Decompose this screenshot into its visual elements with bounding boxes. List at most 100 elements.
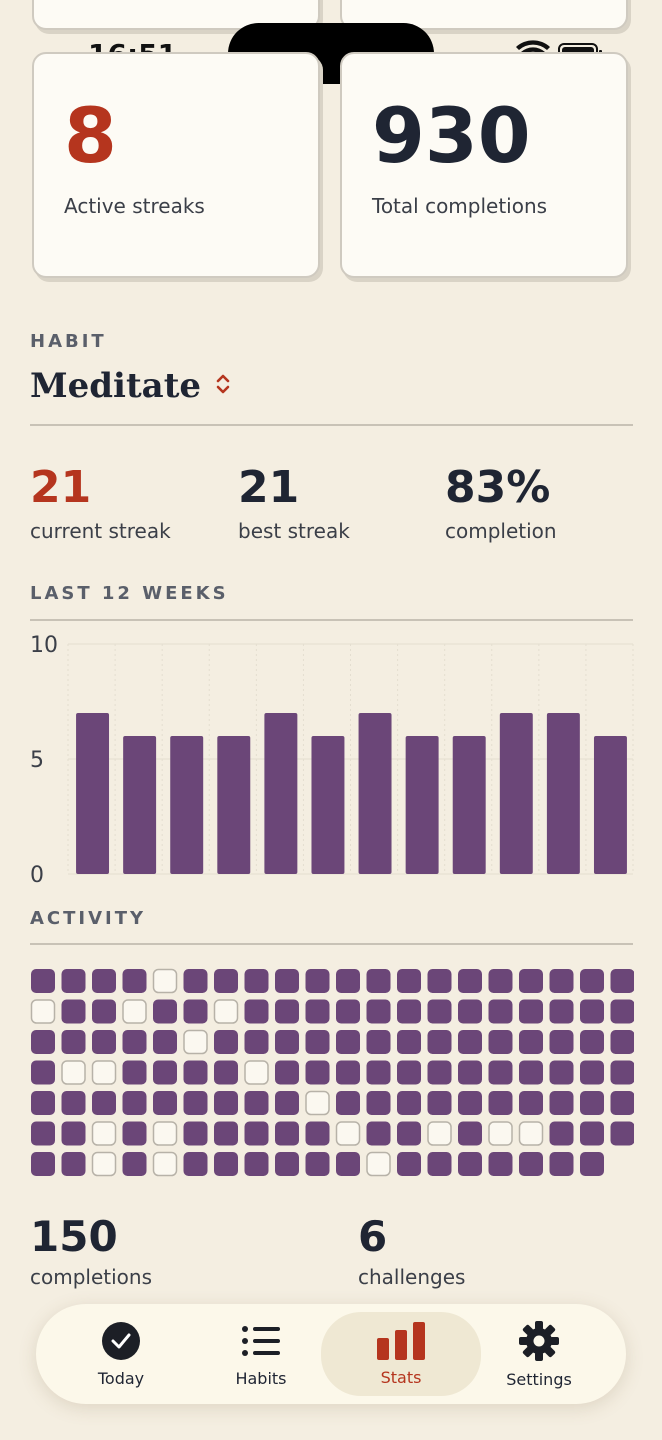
heatmap-cell-filled <box>305 1030 330 1054</box>
heatmap-cell-filled <box>92 1091 116 1115</box>
heatmap-cell-filled <box>397 999 421 1024</box>
heatmap-cell-filled <box>397 1030 421 1054</box>
active-streaks-value: 8 <box>64 91 117 180</box>
tab-today-label: Today <box>97 1368 145 1388</box>
weeks-divider <box>30 619 633 621</box>
heatmap-cell-filled <box>519 1060 543 1085</box>
heatmap-cell-filled <box>153 1030 177 1054</box>
completions-label: completions <box>30 1265 153 1289</box>
heatmap-cell-filled <box>610 999 634 1024</box>
tab-settings-label: Settings <box>506 1369 572 1389</box>
heatmap-cell-filled <box>549 1152 574 1176</box>
heatmap-cell-filled <box>458 1060 482 1085</box>
completions-value: 150 <box>30 1212 118 1261</box>
heatmap-cell-filled <box>336 1091 360 1115</box>
heatmap-cell-filled <box>244 1121 269 1146</box>
heatmap-cell-empty <box>91 1060 117 1085</box>
heatmap-cell-filled <box>366 1060 391 1085</box>
best-streak-label: best streak <box>238 519 350 543</box>
heatmap-cell-empty <box>427 1121 452 1146</box>
y-tick-label: 0 <box>30 863 44 888</box>
heatmap-cell-filled <box>305 1060 330 1085</box>
heatmap-cell-filled <box>519 999 543 1024</box>
heatmap-cell-filled <box>275 969 299 993</box>
metric-best-streak: 21 best streak <box>238 462 350 543</box>
tab-today[interactable]: Today <box>46 1304 196 1404</box>
tab-habits[interactable]: Habits <box>186 1304 336 1404</box>
heatmap-cell-filled <box>488 1030 513 1054</box>
heatmap-cell-filled <box>92 969 116 993</box>
heatmap-cell-filled <box>122 1091 147 1115</box>
heatmap-cell-filled <box>275 1030 299 1054</box>
heatmap-cell-filled <box>275 1060 299 1085</box>
habit-section-label: HABIT <box>30 331 107 352</box>
tab-habits-label: Habits <box>235 1368 287 1388</box>
heatmap-cell-empty <box>213 999 239 1024</box>
heatmap-cell-filled <box>305 999 330 1024</box>
heatmap-cell-filled <box>366 999 391 1024</box>
heatmap-cell-filled <box>336 1060 360 1085</box>
heatmap-cell-empty <box>488 1121 513 1146</box>
heatmap-cell-filled <box>275 1152 299 1176</box>
completions-stat: 150 completions <box>30 1212 152 1289</box>
habit-picker[interactable]: Meditate <box>30 366 231 406</box>
heatmap-cell-filled <box>427 1152 452 1176</box>
heatmap-cell-filled <box>580 1121 604 1146</box>
heatmap-cell-empty <box>244 1060 269 1085</box>
heatmap-cell-filled <box>397 969 421 993</box>
heatmap-cell-filled <box>366 1121 391 1146</box>
heatmap-cell-filled <box>549 1121 574 1146</box>
active-streaks-card: 8 Active streaks <box>32 52 320 278</box>
heatmap-cell-filled <box>214 1152 238 1176</box>
bar <box>405 736 439 874</box>
heatmap-cell-filled <box>122 1121 147 1146</box>
heatmap-cell-filled <box>488 1091 513 1115</box>
heatmap-cell-filled <box>580 1152 604 1176</box>
tab-settings[interactable]: Settings <box>464 1304 614 1404</box>
heatmap-cell-empty <box>122 999 147 1024</box>
heatmap-cell-empty <box>91 1121 117 1146</box>
heatmap-cell-filled <box>31 969 55 993</box>
completion-value: 83% <box>445 462 551 513</box>
heatmap-cell-filled <box>305 1121 330 1146</box>
heatmap-cell-filled <box>122 1030 147 1054</box>
tab-bar: Today Habits Stats Settings <box>36 1304 626 1404</box>
heatmap-cell-filled <box>183 969 208 993</box>
heatmap-cell-filled <box>31 1030 55 1054</box>
y-tick-label: 5 <box>30 748 44 773</box>
habit-divider <box>30 424 633 426</box>
bar <box>123 736 157 874</box>
heatmap-cell-filled <box>427 999 452 1024</box>
heatmap-cell-filled <box>275 999 299 1024</box>
heatmap-cell-filled <box>275 1091 299 1115</box>
heatmap-cell-filled <box>427 1030 452 1054</box>
chevron-updown-icon <box>215 372 231 400</box>
heatmap-cell-filled <box>244 1152 269 1176</box>
heatmap-cell-filled <box>458 1121 482 1146</box>
heatmap-cell-filled <box>214 1030 238 1054</box>
bar <box>170 736 204 874</box>
heatmap-cell-filled <box>427 1060 452 1085</box>
total-completions-card: 930 Total completions <box>340 52 628 278</box>
heatmap-cell-filled <box>214 1091 238 1115</box>
tab-stats[interactable]: Stats <box>321 1312 481 1396</box>
activity-divider <box>30 943 633 945</box>
weeks-section-label: LAST 12 WEEKS <box>30 583 229 604</box>
activity-heatmap <box>30 968 634 1177</box>
heatmap-cell-filled <box>214 1060 238 1085</box>
heatmap-cell-filled <box>153 1060 177 1085</box>
heatmap-cell-empty <box>61 1060 86 1085</box>
bar <box>76 713 110 874</box>
heatmap-cell-filled <box>183 1152 208 1176</box>
heatmap-cell-filled <box>488 969 513 993</box>
heatmap-cell-empty <box>152 968 178 994</box>
heatmap-cell-filled <box>31 1091 55 1115</box>
bar <box>358 713 392 874</box>
heatmap-cell-empty <box>152 1151 178 1177</box>
heatmap-cell-filled <box>519 1152 543 1176</box>
current-streak-value: 21 <box>30 462 92 513</box>
heatmap-cell-filled <box>31 1121 55 1146</box>
heatmap-cell-filled <box>244 1030 269 1054</box>
bar <box>546 713 580 874</box>
heatmap-cell-filled <box>610 969 634 993</box>
